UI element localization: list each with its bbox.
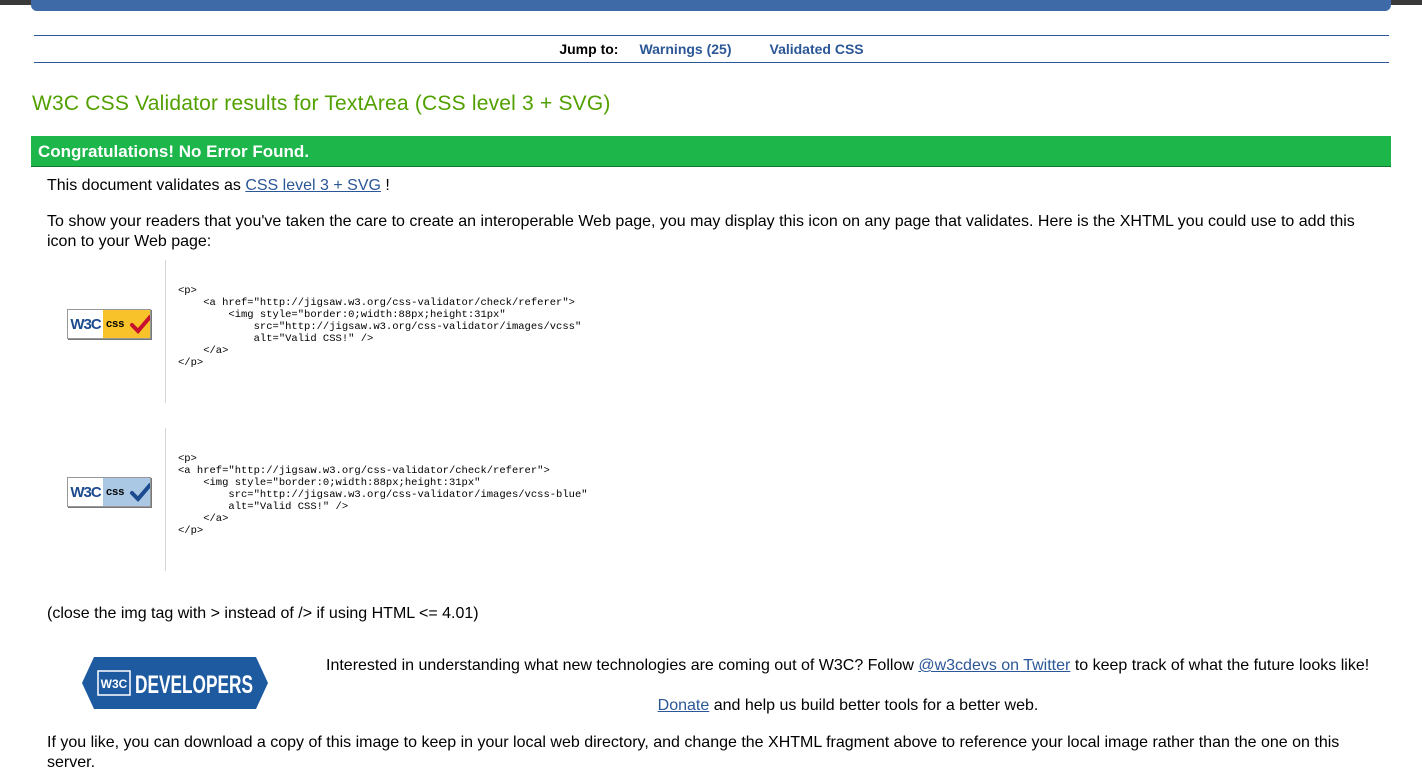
- page-title: W3C CSS Validator results for TextArea (…: [32, 92, 611, 115]
- badge-code-blue: <p> <a href="http://jigsaw.w3.org/css-va…: [178, 453, 588, 537]
- checkmark-icon: [130, 483, 150, 502]
- validates-text: This document validates as CSS level 3 +…: [47, 176, 1367, 196]
- validates-suffix: !: [385, 177, 390, 194]
- checkmark-icon: [130, 315, 150, 334]
- header-bar: [31, 0, 1391, 11]
- twitter-link[interactable]: @w3cdevs on Twitter: [918, 657, 1070, 674]
- w3c-logo-icon: W3C: [68, 478, 103, 506]
- valid-css-badge-blue[interactable]: W3C css: [67, 477, 151, 507]
- css-label: css: [103, 310, 150, 338]
- valid-css-badge-gold[interactable]: W3C css: [67, 309, 151, 339]
- validated-css-link[interactable]: Validated CSS: [770, 41, 864, 57]
- svg-text:W3C: W3C: [101, 677, 128, 691]
- w3c-developers-logo[interactable]: W3C DEVELOPERS: [82, 657, 268, 714]
- css-level-link[interactable]: CSS level 3 + SVG: [245, 177, 381, 194]
- w3c-logo-icon: W3C: [68, 310, 103, 338]
- close-tag-note: (close the img tag with > instead of /> …: [47, 605, 479, 622]
- congrats-banner: Congratulations! No Error Found.: [31, 136, 1391, 167]
- css-label: css: [103, 478, 150, 506]
- badge-code-gold: <p> <a href="http://jigsaw.w3.org/css-va…: [178, 285, 582, 369]
- download-text: If you like, you can download a copy of …: [47, 734, 1340, 771]
- badge-panel-gold: W3C css: [47, 260, 166, 403]
- intro-text: To show your readers that you've taken t…: [47, 213, 1355, 250]
- warnings-link[interactable]: Warnings (25): [639, 41, 731, 57]
- validates-prefix: This document validates as: [47, 177, 241, 194]
- svg-text:DEVELOPERS: DEVELOPERS: [135, 671, 253, 699]
- developers-interest-text: Interested in understanding what new tec…: [326, 657, 1370, 674]
- developers-logo-icon: W3C DEVELOPERS: [82, 657, 268, 709]
- jump-label: Jump to:: [559, 41, 619, 57]
- jump-nav: Jump to: Warnings (25) Validated CSS: [34, 35, 1389, 63]
- badge-panel-blue: W3C css: [47, 428, 166, 571]
- donate-text: Donate and help us build better tools fo…: [657, 697, 1039, 714]
- donate-link[interactable]: Donate: [658, 697, 710, 714]
